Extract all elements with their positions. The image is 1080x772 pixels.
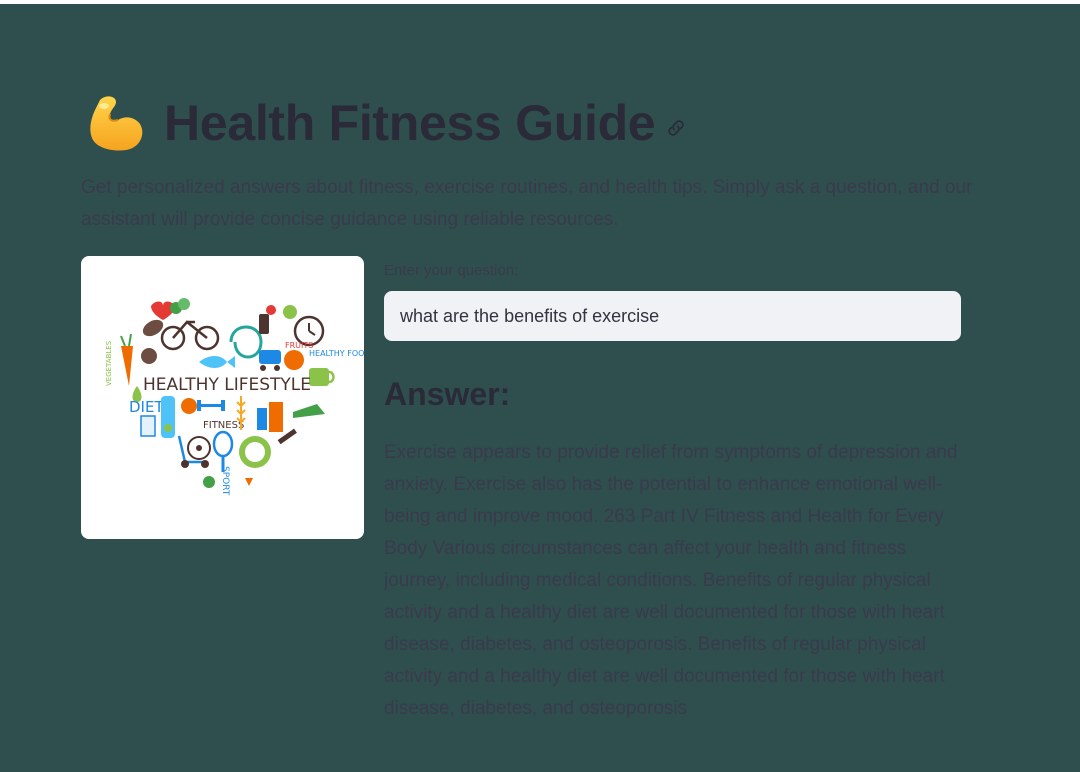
fitness-text: FITNESS <box>203 420 244 431</box>
basketball-icon <box>284 350 304 370</box>
question-label: Enter your question: <box>384 262 519 279</box>
healthy-food-text: HEALTHY FOOD <box>309 349 364 358</box>
diet-text: DIET <box>129 398 164 416</box>
jump-rope-icon <box>229 325 263 359</box>
carrot-icon <box>120 333 133 386</box>
scale-icon <box>239 436 271 468</box>
answer-heading: Answer: <box>384 376 511 412</box>
healthy-lifestyle-text: HEALTHY LIFESTYLE <box>143 375 311 395</box>
page-description: Get personalized answers about fitness, … <box>81 177 973 230</box>
link-icon[interactable] <box>665 117 687 139</box>
beet-icon <box>141 348 157 364</box>
phone-icon <box>259 314 269 334</box>
bottle-icon <box>161 396 175 438</box>
apple-icon <box>266 305 297 319</box>
dumbbell-icon <box>197 400 225 411</box>
soccer-ball-icon <box>187 436 211 460</box>
juice-glass-icon <box>257 402 283 432</box>
vegetables-text: VEGETABLES <box>105 340 113 386</box>
milk-icon <box>140 415 156 437</box>
answer-text: Exercise appears to provide relief from … <box>384 442 958 719</box>
healthy-lifestyle-illustration: HEALTHY LIFESTYLE DIET FITNESS SPORT VEG… <box>81 256 364 539</box>
tomato-icon <box>181 398 197 414</box>
flexed-biceps-icon <box>90 96 143 151</box>
app-container: Health Fitness Guide Get personalized an… <box>0 4 1080 772</box>
broccoli-icon <box>170 298 190 314</box>
sneaker-icon <box>293 404 325 418</box>
page-title: Health Fitness Guide <box>164 95 656 151</box>
page-header: Health Fitness Guide <box>86 88 687 158</box>
fish-icon <box>199 356 235 368</box>
bicycle-icon <box>160 320 220 351</box>
cup-icon <box>309 368 335 386</box>
skate-icon <box>259 350 281 371</box>
question-input[interactable] <box>384 291 961 341</box>
